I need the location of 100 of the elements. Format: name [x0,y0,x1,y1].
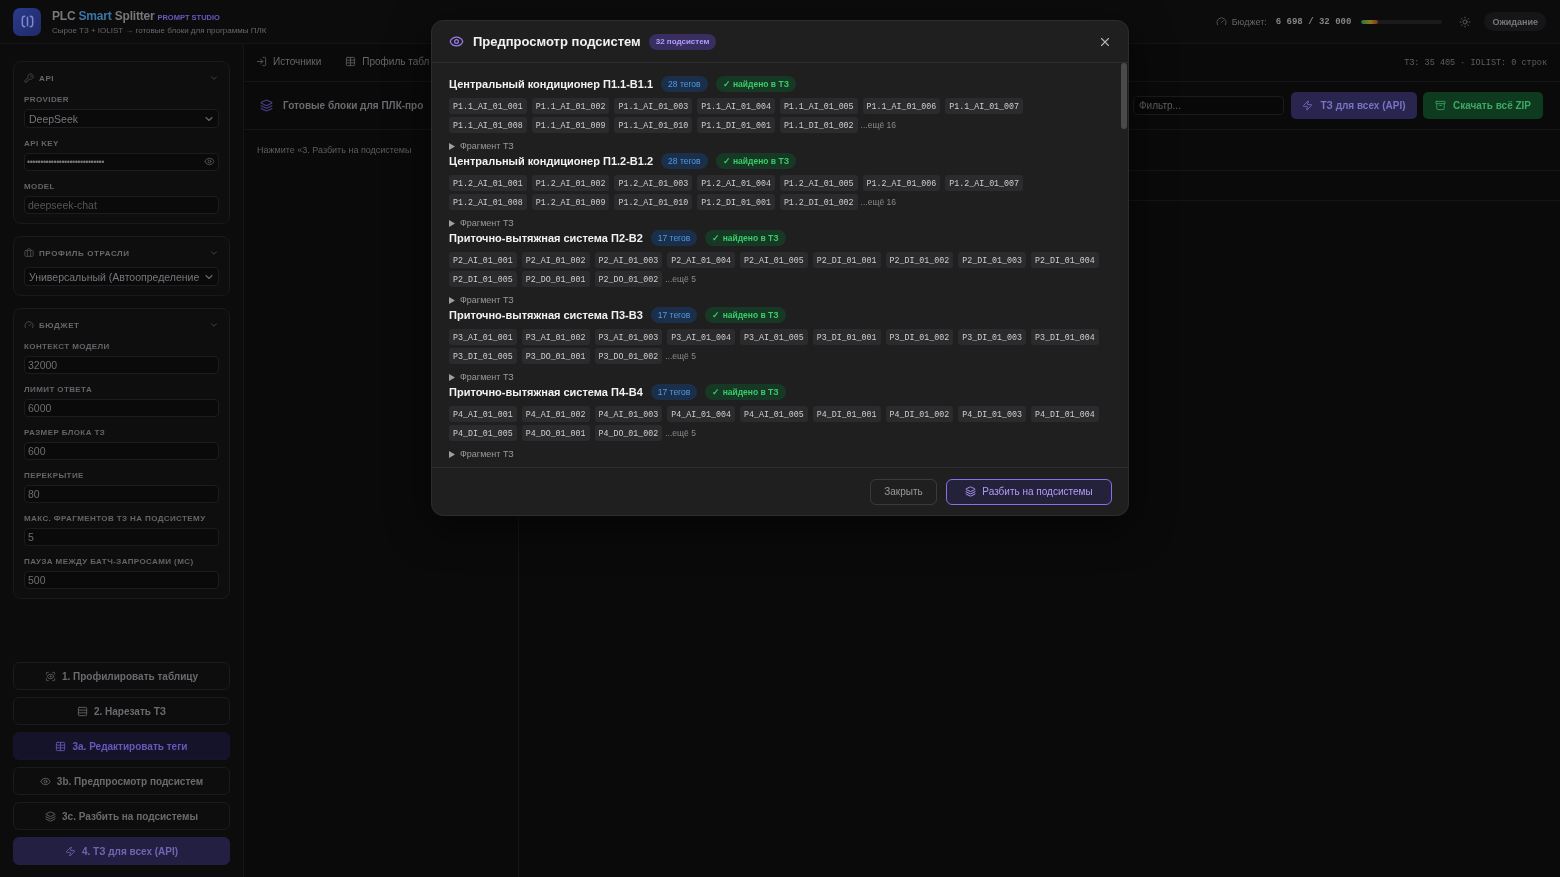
tag-chip: P3_DI_01_004 [1031,329,1099,345]
number-field[interactable]: 5 [24,528,219,546]
fragment-toggle[interactable]: Фрагмент ТЗ [449,218,514,228]
tab[interactable]: Источники [256,51,322,74]
more-tags-label: ...ещё 16 [860,197,896,207]
more-tags-label: ...ещё 5 [665,351,696,361]
subsystem-title: Приточно-вытяжная система П3-В3 [449,309,643,321]
status-badge: ✓ найдено в ТЗ [715,76,796,92]
tag-chip: P3_DI_01_001 [812,329,881,345]
select-field[interactable]: Универсальный (Автоопределение [24,267,219,286]
tag-chip: P3_AI_01_004 [667,329,735,345]
section-title: API [39,73,55,83]
tag-chip: P1.1_AI_01_001 [449,98,527,114]
chevron-icon[interactable] [209,248,219,258]
tag-chip: P4_DI_01_005 [449,425,517,441]
eye-icon[interactable] [204,156,215,167]
tag-chip: P1.2_AI_01_005 [779,175,858,191]
number-field[interactable]: 600 [24,442,219,460]
tag-chip: P1.1_AI_01_008 [449,117,527,133]
tag-chip: P1.1_AI_01_004 [697,98,775,114]
number-field[interactable]: 6000 [24,399,219,417]
chevron-icon[interactable] [209,73,219,83]
more-tags-label: ...ещё 5 [665,428,696,438]
field-label: ПАУЗА МЕЖДУ БАТЧ-ЗАПРОСАМИ (МС) [24,556,195,568]
fragment-toggle[interactable]: Фрагмент ТЗ [449,141,514,151]
subsystem-title: Центральный кондиционер П1.2-В1.2 [449,155,654,167]
tag-chip: P1.2_AI_01_002 [531,175,610,191]
field-label: API KEY [24,138,60,150]
app-subtitle: Сырое ТЗ + IOLIST → готовые блоки для программы ПЛК [52,25,267,35]
tag-chip: P2_AI_01_005 [740,252,808,268]
tag-chip: P1.2_AI_01_004 [697,175,775,191]
select-field[interactable]: DeepSeek [24,109,219,128]
tag-chip: P1.2_AI_01_006 [862,175,941,191]
count-badge: 32 подсистем [648,33,717,50]
tag-chip: P4_AI_01_005 [740,406,808,422]
step-button[interactable]: 4. ТЗ для всех (API) [13,837,230,865]
tag-chip: P2_AI_01_004 [667,252,735,268]
subsystem-title: Центральный кондиционер П1.1-В1.1 [449,78,654,90]
tag-chip: P4_AI_01_002 [521,406,590,422]
tag-count-badge: 28 тегов [661,153,708,169]
tag-chip: P1.1_AI_01_003 [614,98,693,114]
number-field[interactable]: 500 [24,571,219,589]
download-button[interactable]: Скачать всё ZIP [1423,92,1543,119]
stats-label: ТЗ: 35 405 · IOLIST: 0 строк [1404,57,1547,68]
step-button[interactable]: 3a. Редактировать теги [13,732,230,760]
step-button[interactable]: 3c. Разбить на подсистемы [13,802,230,830]
tag-count-badge: 17 тегов [650,307,698,323]
filter-field[interactable]: Фильтр... [1133,96,1284,115]
field-label: PROVIDER [24,94,70,106]
tag-chip: P2_AI_01_002 [521,252,590,268]
split-button[interactable]: Разбить на подсистемы [946,478,1112,505]
lightning-icon [1302,100,1314,111]
archive-icon [1434,100,1446,111]
fragment-toggle[interactable]: Фрагмент ТЗ [449,372,514,382]
tag-count-badge: 28 тегов [661,76,708,92]
tag-chip: P4_DI_01_001 [812,406,881,422]
key-icon [24,73,34,83]
number-field[interactable]: 32000 [24,356,219,374]
tag-chip: P1.2_AI_01_010 [614,194,693,210]
arrow-in-icon [256,56,267,67]
tag-chip: P1.1_DI_01_002 [779,117,858,133]
tab[interactable]: Профиль табл [345,51,430,74]
status-badge: ✓ найдено в ТЗ [705,384,786,400]
tag-chip: P3_DI_01_005 [449,348,517,364]
run-button[interactable]: ТЗ для всех (API) [1291,92,1417,119]
step-button[interactable]: 1. Профилировать таблицу [13,662,230,690]
tag-chip: P4_DI_01_002 [885,406,954,422]
field-label: ЛИМИТ ОТВЕТА [24,384,94,396]
scrollbar-thumb[interactable] [1121,63,1127,129]
tag-count-badge: 17 тегов [650,230,698,246]
api-key-field[interactable]: ••••••••••••••••••••••••••••• [24,153,219,171]
fragment-toggle[interactable]: Фрагмент ТЗ [449,295,514,305]
gauge-icon [1215,16,1227,27]
chevron-icon[interactable] [209,320,219,330]
fragment-toggle[interactable]: Фрагмент ТЗ [449,449,514,459]
close-dialog-button[interactable]: Закрыть [870,478,937,505]
budget-value: 6 698 / 32 000 [1275,16,1352,27]
text-field[interactable]: deepseek-chat [24,196,219,214]
tag-chip: P2_DI_01_003 [958,252,1026,268]
status-badge: ✓ найдено в ТЗ [705,307,786,323]
tag-chip: P3_AI_01_002 [521,329,590,345]
tag-chip: P1.1_AI_01_002 [531,98,610,114]
tag-chip: P3_AI_01_003 [594,329,663,345]
tag-chip: P4_DI_01_004 [1031,406,1099,422]
section-title: БЮДЖЕТ [39,320,80,330]
tag-chip: P1.2_DI_01_002 [779,194,858,210]
number-field[interactable]: 80 [24,485,219,503]
budget-label: Бюджет: [1231,16,1267,27]
step-button[interactable]: 3b. Предпросмотр подсистем [13,767,230,795]
table-icon [345,56,357,67]
tag-chip: P1.1_AI_01_009 [531,117,610,133]
subsystem-title: Приточно-вытяжная система П4-В4 [449,386,643,398]
step-button[interactable]: 2. Нарезать ТЗ [13,697,230,725]
tag-chip: P4_AI_01_004 [667,406,735,422]
more-tags-label: ...ещё 16 [860,120,896,130]
tag-chip: P1.1_AI_01_007 [945,98,1024,114]
field-label: МАКС. ФРАГМЕНТОВ ТЗ НА ПОДСИСТЕМУ [24,513,207,525]
briefcase-icon [24,248,34,258]
sun-icon[interactable] [1459,15,1472,28]
tag-chip: P2_DI_01_005 [449,271,517,287]
